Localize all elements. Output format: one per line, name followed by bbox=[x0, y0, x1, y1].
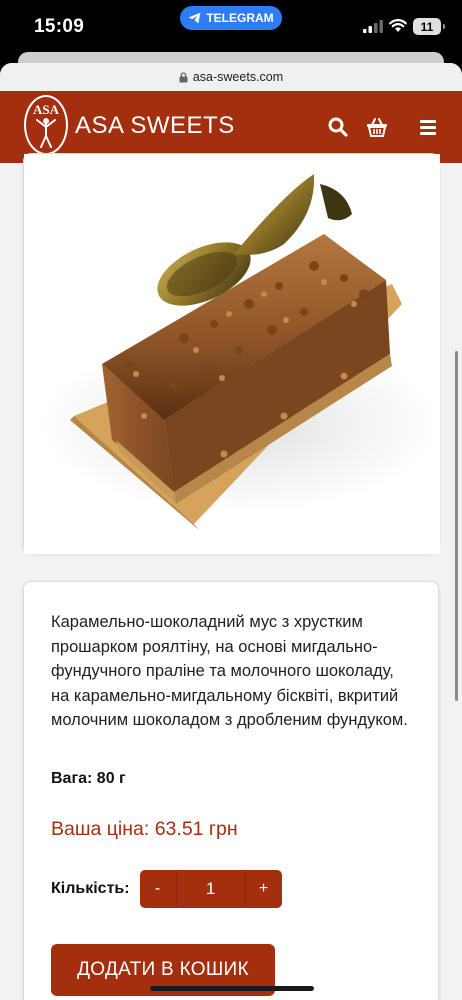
brand-name[interactable]: ASA SWEETS bbox=[75, 112, 235, 140]
product-description: Карамельно-шоколадний мус з хрустким про… bbox=[51, 613, 408, 729]
battery-indicator: 11 bbox=[413, 18, 445, 35]
search-icon[interactable] bbox=[327, 116, 349, 138]
wifi-icon bbox=[389, 19, 407, 32]
product-weight: Вага: 80 г bbox=[51, 770, 126, 787]
basket-icon[interactable] bbox=[366, 116, 388, 138]
logo-text: ASA bbox=[32, 102, 59, 117]
url-text: asa-sweets.com bbox=[192, 70, 284, 84]
signal-icon bbox=[363, 20, 383, 33]
page-content: Карамельно-шоколадний мус з хрустким про… bbox=[0, 153, 462, 1000]
quantity-selector: Кількість: - 1 + bbox=[51, 870, 282, 908]
quantity-label: Кількість: bbox=[51, 880, 130, 897]
lock-icon bbox=[179, 71, 188, 82]
status-bar: 15:09 TELEGRAM 11 bbox=[0, 0, 462, 58]
logo-figure-icon bbox=[36, 118, 56, 148]
menu-icon[interactable] bbox=[418, 116, 440, 138]
page-scrollbar[interactable] bbox=[455, 351, 458, 701]
quantity-increase-button[interactable]: + bbox=[245, 870, 282, 908]
product-image-card[interactable] bbox=[23, 153, 440, 554]
quantity-input[interactable]: 1 bbox=[175, 870, 246, 908]
telegram-pill-label: TELEGRAM bbox=[206, 11, 274, 25]
product-info-card: Карамельно-шоколадний мус з хрустким про… bbox=[23, 581, 439, 1000]
browser-sheet: asa-sweets.com ASA ASA SWEETS Карамельно… bbox=[0, 63, 462, 1000]
status-time: 15:09 bbox=[34, 16, 85, 37]
telegram-pill[interactable]: TELEGRAM bbox=[180, 6, 282, 30]
url-bar[interactable]: asa-sweets.com bbox=[0, 63, 462, 91]
product-price: Ваша ціна: 63.51 грн bbox=[51, 818, 238, 840]
product-image bbox=[24, 154, 440, 554]
home-indicator[interactable] bbox=[150, 986, 314, 991]
site-logo[interactable]: ASA bbox=[24, 95, 68, 155]
quantity-decrease-button[interactable]: - bbox=[139, 870, 176, 908]
telegram-icon bbox=[188, 12, 201, 24]
